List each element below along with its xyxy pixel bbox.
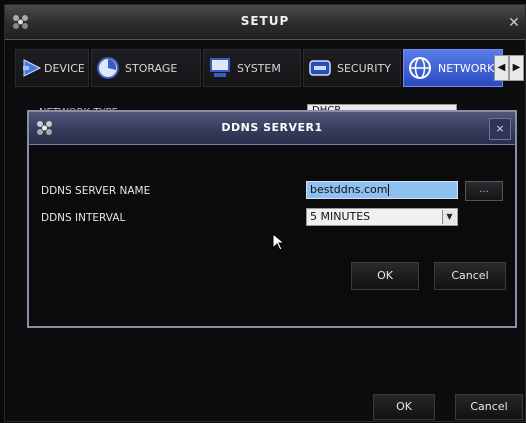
ddns-server-name-value: bestddns.com — [310, 183, 388, 196]
setup-title: SETUP — [240, 14, 290, 28]
dialog-title: DDNS SERVER1 — [221, 121, 323, 134]
setup-ok-button[interactable]: OK — [373, 394, 435, 420]
tab-system-label: SYSTEM — [237, 62, 281, 75]
browse-button[interactable]: ... — [465, 181, 503, 201]
tab-security-label: SECURITY — [337, 62, 391, 75]
ddns-dialog: DDNS SERVER1 × DDNS SERVER NAME bestddns… — [27, 110, 517, 328]
device-icon — [23, 59, 42, 77]
ddns-interval-select[interactable]: 5 MINUTES ▼ — [306, 208, 458, 226]
text-caret — [388, 184, 390, 196]
chevron-down-icon[interactable]: ▼ — [442, 210, 456, 224]
dialog-cancel-button[interactable]: Cancel — [434, 262, 506, 290]
ddns-server-name-input[interactable]: bestddns.com — [306, 181, 458, 199]
setup-titlebar: SETUP ✕ — [5, 5, 525, 40]
scroll-left-icon[interactable]: ◀ — [494, 55, 509, 81]
tab-storage[interactable]: STORAGE — [91, 49, 201, 87]
ddns-server-name-label: DDNS SERVER NAME — [41, 185, 151, 197]
tab-storage-label: STORAGE — [125, 62, 178, 75]
close-icon[interactable]: ✕ — [505, 14, 523, 32]
mouse-pointer-icon — [272, 233, 286, 251]
security-icon — [309, 60, 331, 76]
system-icon — [210, 58, 230, 77]
ddns-interval-value: 5 MINUTES — [310, 210, 371, 223]
dialog-close-icon[interactable]: × — [489, 118, 511, 140]
tab-network-label: NETWORK — [438, 62, 495, 75]
dialog-titlebar: DDNS SERVER1 × — [29, 112, 515, 145]
tab-security[interactable]: SECURITY — [303, 49, 401, 87]
tab-system[interactable]: SYSTEM — [203, 49, 301, 87]
tab-device[interactable]: DEVICE — [15, 49, 89, 87]
storage-icon — [97, 57, 119, 79]
tab-device-label: DEVICE — [44, 62, 85, 75]
ddns-interval-label: DDNS INTERVAL — [41, 212, 126, 224]
scroll-right-icon[interactable]: ▶ — [509, 55, 524, 81]
tab-network[interactable]: NETWORK — [403, 49, 503, 87]
network-icon — [409, 57, 431, 79]
dialog-ok-button[interactable]: OK — [351, 262, 419, 290]
setup-cancel-button[interactable]: Cancel — [455, 394, 523, 420]
setup-tabs: DEVICE STORAGE SYSTEM SECURITY NETWORK — [15, 49, 525, 87]
tab-scroll-arrows: ◀ ▶ — [494, 55, 524, 81]
